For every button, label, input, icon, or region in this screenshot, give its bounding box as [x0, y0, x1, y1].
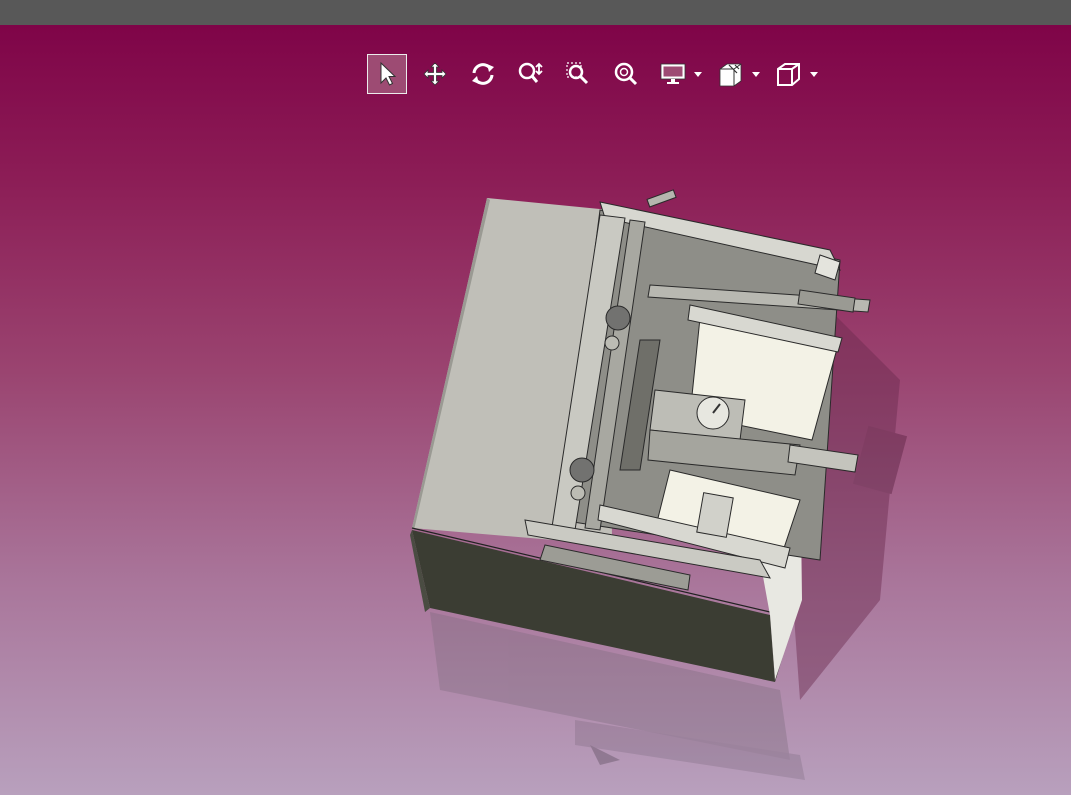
chevron-down-icon: [810, 71, 818, 77]
display-monitor-icon: [660, 63, 686, 84]
section-tool-button[interactable]: [713, 54, 749, 94]
rotate-tool-button[interactable]: [463, 54, 503, 94]
zoom-box-tool-button[interactable]: [559, 54, 599, 94]
3d-viewport[interactable]: [0, 25, 1071, 795]
display-dropdown-caret[interactable]: [691, 54, 705, 94]
pan-move-icon: [423, 62, 447, 86]
chevron-down-icon: [752, 71, 760, 77]
display-tool-group: [655, 54, 705, 94]
select-tool-button[interactable]: [367, 54, 407, 94]
pan-tool-button[interactable]: [415, 54, 455, 94]
zoom-fit-tool-button[interactable]: [607, 54, 647, 94]
zoom-fit-icon: [614, 62, 638, 86]
select-arrow-icon: [380, 61, 397, 86]
rotate-icon: [472, 63, 494, 85]
zoom-box-icon: [566, 62, 589, 85]
cube-view-icon: [777, 63, 800, 86]
window-titlebar: [0, 0, 1071, 25]
section-dropdown-caret[interactable]: [749, 54, 763, 94]
display-tool-button[interactable]: [655, 54, 691, 94]
view-toolbar: [367, 53, 829, 95]
cad-model[interactable]: [0, 25, 1071, 795]
chevron-down-icon: [694, 71, 702, 77]
view-orientation-tool-group: [771, 54, 821, 94]
view-orientation-tool-button[interactable]: [771, 54, 807, 94]
section-cut-icon: [719, 63, 742, 87]
view-orientation-dropdown-caret[interactable]: [807, 54, 821, 94]
zoom-tool-button[interactable]: [511, 54, 551, 94]
zoom-icon: [518, 62, 543, 83]
section-tool-group: [713, 54, 763, 94]
